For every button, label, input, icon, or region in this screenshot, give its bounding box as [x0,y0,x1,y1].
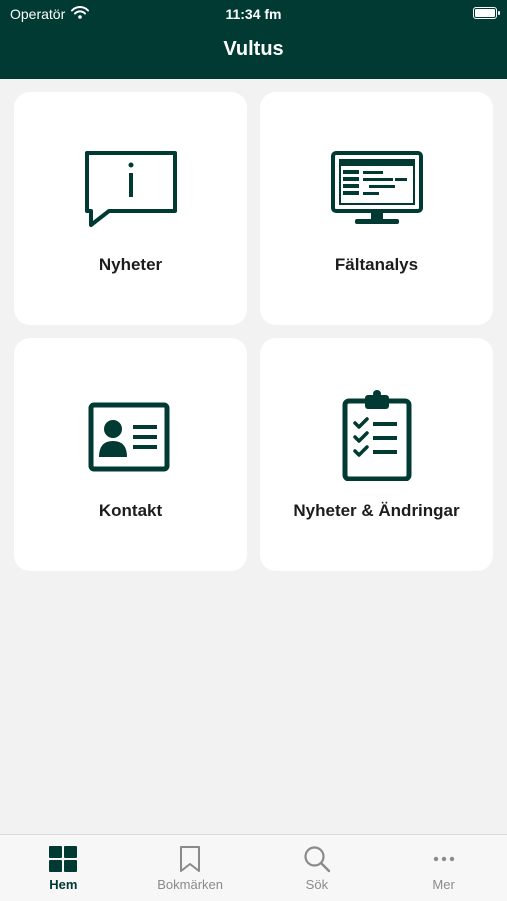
tab-hem[interactable]: Hem [0,835,127,901]
tile-label: Fältanalys [334,255,419,274]
tile-label: Kontakt [98,501,163,520]
battery-icon [473,7,500,19]
status-bar: Operatör 11:34 fm [0,0,507,28]
page-title: Vultus [223,38,284,60]
tab-label: Mer [432,877,455,892]
monitor-data-icon [260,144,493,234]
more-icon [433,845,455,873]
tab-bar: Hem Bokmärken Sök Mer [0,834,507,901]
tile-label: Nyheter [98,255,163,274]
tile-faltanalys[interactable]: Fältanalys [260,92,493,325]
grid-icon [49,845,78,873]
clipboard-checklist-icon [260,390,493,481]
home-tile-grid: Nyheter Fältanalys Kontakt Nyheter & Änd… [14,92,493,571]
tile-kontakt[interactable]: Kontakt [14,338,247,571]
tile-nyheter[interactable]: Nyheter [14,92,247,325]
status-time: 11:34 fm [225,6,282,22]
tab-mer[interactable]: Mer [380,835,507,901]
tab-bokmarken[interactable]: Bokmärken [127,835,254,901]
tab-label: Sök [305,877,329,892]
tab-label: Bokmärken [157,877,223,892]
top-bar: Operatör 11:34 fm Vultus [0,0,507,79]
tab-label: Hem [49,877,78,892]
search-icon [303,845,331,873]
tab-sok[interactable]: Sök [254,835,381,901]
info-speech-bubble-icon [14,144,247,234]
contact-card-icon [14,390,247,480]
tile-label: Nyheter & Ändringar [293,501,460,520]
tile-nyheter-andringar[interactable]: Nyheter & Ändringar [260,338,493,571]
bookmark-icon [179,845,201,873]
